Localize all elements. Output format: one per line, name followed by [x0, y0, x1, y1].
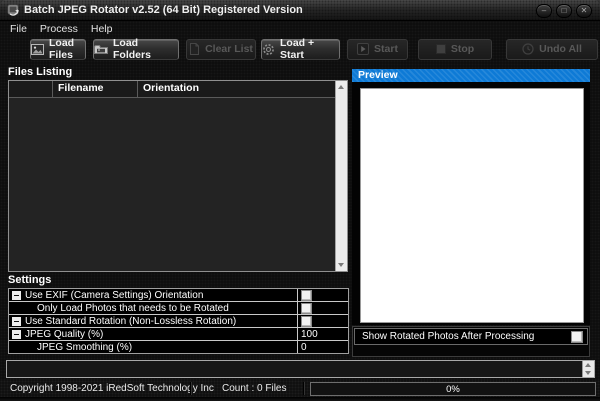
load-start-button[interactable]: Load + Start	[261, 39, 340, 60]
collapse-minus-icon[interactable]	[12, 291, 21, 300]
setting-row-jpeg-quality[interactable]: JPEG Quality (%) 100	[9, 328, 348, 341]
menu-process[interactable]: Process	[40, 23, 78, 35]
column-header-blank[interactable]	[9, 81, 53, 97]
page-icon	[189, 43, 200, 55]
settings-grid: Use EXIF (Camera Settings) Orientation O…	[8, 288, 349, 354]
undo-all-label: Undo All	[539, 43, 582, 55]
undo-all-button[interactable]: Undo All	[506, 39, 598, 60]
preview-title: Preview	[358, 69, 398, 81]
load-folders-label: Load Folders	[113, 37, 178, 61]
load-files-label: Load Files	[49, 37, 85, 61]
column-header-orientation[interactable]: Orientation	[138, 81, 347, 97]
files-table[interactable]: Filename Orientation	[8, 80, 348, 272]
files-table-scrollbar[interactable]	[335, 81, 347, 271]
setting-row-exif-orientation[interactable]: Use EXIF (Camera Settings) Orientation	[9, 289, 348, 302]
copyright-text: Copyright 1998-2021 iRedSoft Technology …	[10, 380, 214, 397]
files-listing-title: Files Listing	[8, 66, 72, 78]
status-bar: Copyright 1998-2021 iRedSoft Technology …	[0, 380, 600, 397]
jpeg-quality-value[interactable]: 100	[301, 329, 318, 340]
menu-bar: File Process Help	[0, 21, 600, 36]
maximize-button[interactable]: □	[556, 4, 572, 18]
column-header-filename[interactable]: Filename	[53, 81, 138, 97]
window-controls: – □ ✕	[536, 4, 592, 18]
setting-label: Use Standard Rotation (Non-Lossless Rota…	[25, 316, 236, 327]
show-rotated-row[interactable]: Show Rotated Photos After Processing	[354, 328, 588, 345]
show-rotated-box: Show Rotated Photos After Processing	[352, 326, 590, 357]
setting-row-only-load-rotated[interactable]: Only Load Photos that needs to be Rotate…	[9, 302, 348, 315]
start-label: Start	[374, 43, 398, 55]
log-scrollbar[interactable]	[582, 361, 594, 377]
stop-label: Stop	[451, 43, 474, 55]
clock-icon	[522, 43, 534, 55]
load-files-button[interactable]: Load Files	[30, 39, 86, 60]
toolbar: Load Files Load Folders Clear List	[0, 36, 600, 62]
scroll-up-icon[interactable]	[338, 85, 344, 89]
window-title: Batch JPEG Rotator v2.52 (64 Bit) Regist…	[24, 0, 303, 20]
scroll-down-icon[interactable]	[338, 263, 344, 267]
app-window: Batch JPEG Rotator v2.52 (64 Bit) Regist…	[0, 0, 600, 401]
folder-icon	[94, 44, 108, 55]
show-rotated-checkbox[interactable]	[571, 331, 583, 343]
file-count-text: Count : 0 Files	[222, 380, 286, 397]
stop-icon	[436, 44, 446, 54]
setting-label: Use EXIF (Camera Settings) Orientation	[25, 290, 203, 301]
setting-row-jpeg-smoothing[interactable]: JPEG Smoothing (%) 0	[9, 341, 348, 353]
exif-orientation-checkbox[interactable]	[301, 290, 312, 301]
scroll-up-icon[interactable]	[585, 363, 591, 367]
menu-file[interactable]: File	[10, 23, 27, 35]
stop-button[interactable]: Stop	[418, 39, 492, 60]
status-separator	[303, 382, 304, 395]
setting-label: Only Load Photos that needs to be Rotate…	[37, 303, 229, 314]
status-separator	[190, 382, 191, 395]
preview-panel-header: Preview	[352, 69, 590, 82]
minimize-button[interactable]: –	[536, 4, 552, 18]
setting-row-standard-rotation[interactable]: Use Standard Rotation (Non-Lossless Rota…	[9, 315, 348, 328]
scroll-down-icon[interactable]	[585, 371, 591, 375]
jpeg-smoothing-value[interactable]: 0	[301, 342, 307, 353]
log-box[interactable]	[6, 360, 595, 378]
window-bottom-edge	[0, 397, 600, 401]
files-table-header: Filename Orientation	[9, 81, 347, 98]
setting-label: JPEG Quality (%)	[25, 329, 103, 340]
collapse-minus-icon[interactable]	[12, 330, 21, 339]
clear-list-button[interactable]: Clear List	[186, 39, 256, 60]
show-rotated-label: Show Rotated Photos After Processing	[362, 331, 534, 342]
preview-image-area	[360, 88, 584, 323]
load-start-label: Load + Start	[280, 37, 339, 61]
menu-help[interactable]: Help	[91, 23, 113, 35]
play-icon	[357, 43, 369, 55]
image-icon	[31, 44, 44, 55]
gear-icon	[262, 43, 275, 56]
load-folders-button[interactable]: Load Folders	[93, 39, 179, 60]
progress-percent: 0%	[446, 384, 460, 395]
settings-title: Settings	[8, 274, 51, 286]
start-button[interactable]: Start	[347, 39, 408, 60]
standard-rotation-checkbox[interactable]	[301, 316, 312, 327]
collapse-minus-icon[interactable]	[12, 317, 21, 326]
close-button[interactable]: ✕	[576, 4, 592, 18]
title-bar[interactable]: Batch JPEG Rotator v2.52 (64 Bit) Regist…	[0, 0, 600, 21]
setting-label: JPEG Smoothing (%)	[37, 342, 132, 353]
clear-list-label: Clear List	[205, 43, 253, 55]
app-icon	[7, 3, 20, 16]
progress-bar: 0%	[310, 382, 596, 396]
only-load-rotated-checkbox[interactable]	[301, 303, 312, 314]
